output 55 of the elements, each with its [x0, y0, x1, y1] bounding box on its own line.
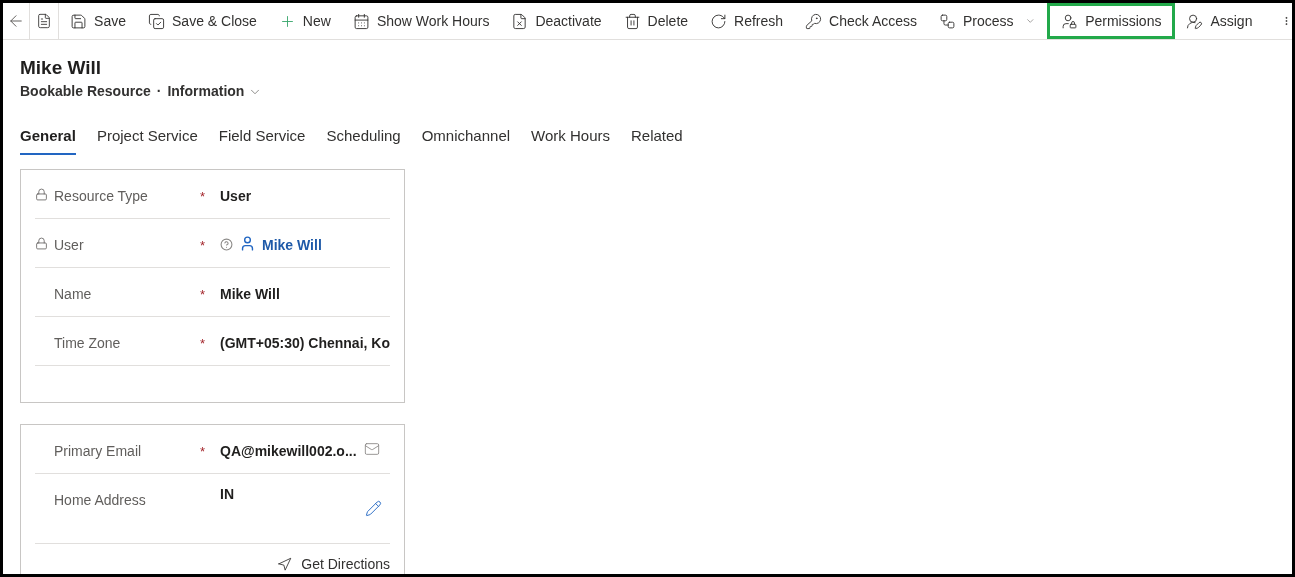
tab[interactable]: Omnichannel — [421, 125, 511, 155]
toolbar-button[interactable]: Process — [928, 3, 1025, 39]
tab[interactable]: Work Hours — [531, 125, 610, 155]
tab[interactable]: Field Service — [218, 125, 306, 155]
required-mark: * — [200, 443, 206, 459]
user-icon — [239, 234, 256, 252]
required-mark: * — [200, 286, 206, 302]
key-icon — [805, 12, 823, 30]
user-link[interactable]: Mike Will — [262, 234, 322, 256]
edit-icon[interactable] — [365, 499, 382, 517]
toolbar-button[interactable]: Save & Close — [137, 3, 268, 39]
field-value: (GMT+05:30) Chennai, Ko — [220, 333, 390, 353]
trash-icon — [623, 12, 641, 30]
field-label: Resource Type — [54, 186, 148, 206]
tab[interactable]: Project Service — [96, 125, 198, 155]
required-mark: * — [200, 335, 206, 351]
required-mark: * — [200, 237, 206, 253]
required-mark: * — [200, 188, 206, 204]
toolbar-button[interactable]: Permissions — [1047, 3, 1176, 39]
save-close-icon — [148, 12, 166, 30]
calendar-icon — [352, 12, 370, 30]
field-label: Primary Email — [54, 441, 142, 461]
directions-icon — [277, 556, 293, 572]
toolbar-button[interactable]: Check Access — [794, 3, 929, 39]
field-value: IN — [220, 484, 234, 504]
tab[interactable]: Related — [631, 125, 683, 155]
document-x-icon — [511, 12, 529, 30]
field-label: Time Zone — [54, 333, 121, 353]
toolbar-button[interactable]: Assign — [1175, 3, 1264, 39]
toolbar-button[interactable]: Save — [59, 3, 138, 39]
field-label: Name — [54, 284, 92, 304]
toolbar-button[interactable]: Delete — [612, 3, 700, 39]
toolbar-button[interactable]: New — [267, 3, 342, 39]
toolbar-button[interactable]: Refresh — [699, 3, 795, 39]
process-icon — [939, 12, 957, 30]
field-label: Home Address — [54, 490, 146, 510]
status-icon — [220, 237, 233, 251]
separator-dot: · — [156, 82, 162, 101]
field-value: Mike Will — [220, 284, 280, 304]
document-icon — [35, 13, 52, 29]
field-value: User — [220, 186, 252, 206]
toolbar-button[interactable]: Show Work Hours — [341, 3, 501, 39]
user-lock-icon — [1061, 12, 1079, 30]
save-icon — [70, 12, 88, 30]
tab[interactable]: Scheduling — [326, 125, 401, 155]
directions-button[interactable]: Get Directions — [277, 553, 390, 574]
form-selector[interactable]: Information — [167, 81, 263, 102]
record-title: Mike Will — [20, 56, 103, 80]
mail-icon[interactable] — [364, 440, 380, 457]
field-value: QA@mikewill002.o... — [220, 441, 357, 461]
entity-name: Bookable Resource — [20, 82, 151, 101]
field-label: User — [54, 235, 84, 255]
tab[interactable]: General — [20, 125, 76, 155]
toolbar-button[interactable]: Deactivate — [500, 3, 613, 39]
refresh-icon — [710, 12, 728, 30]
